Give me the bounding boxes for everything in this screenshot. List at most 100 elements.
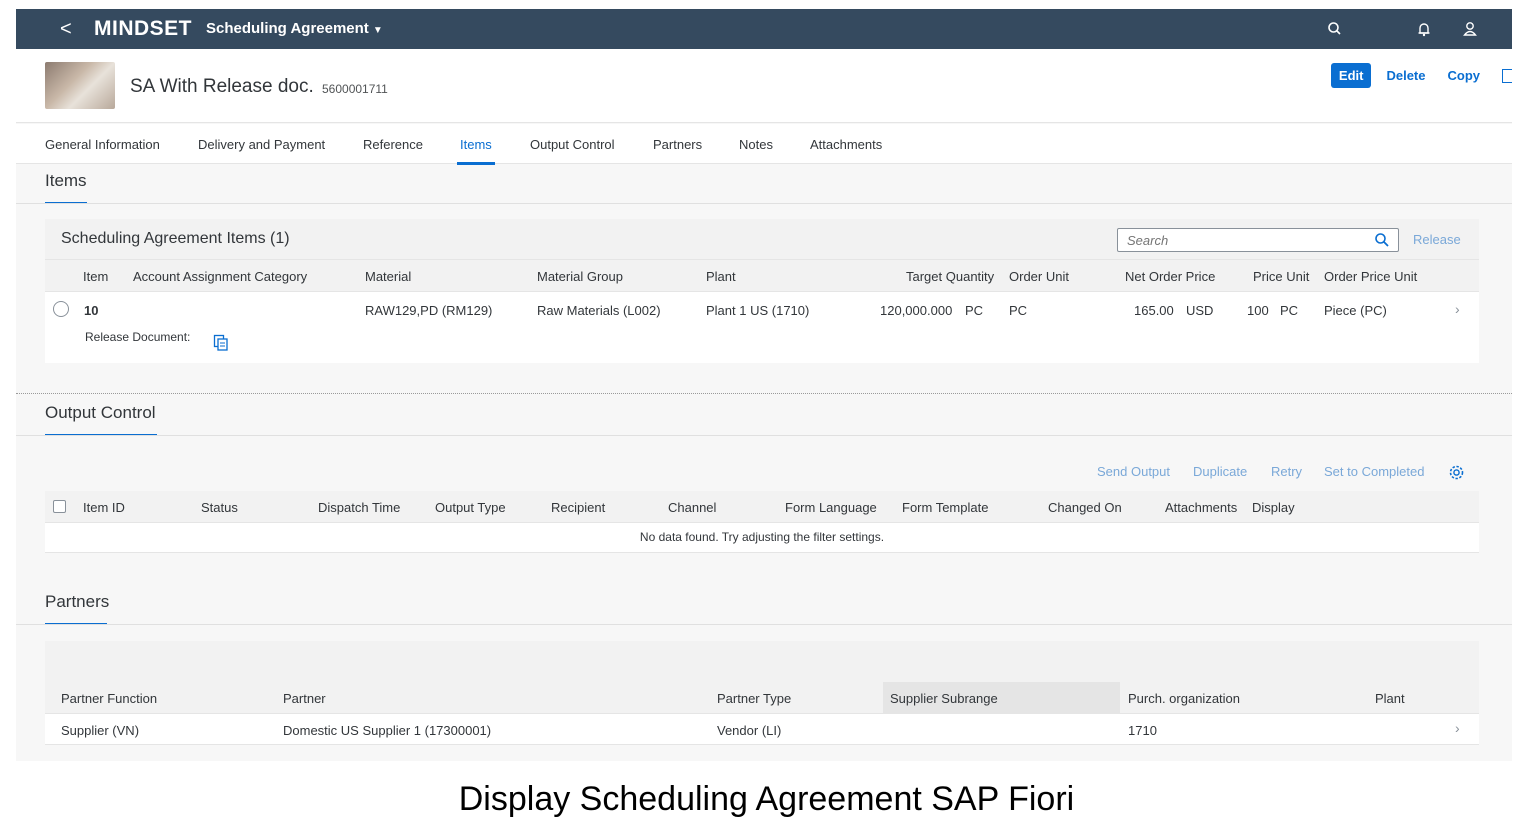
output-control-table: Item ID Status Dispatch Time Output Type…	[45, 491, 1479, 553]
select-all-checkbox[interactable]	[53, 500, 66, 513]
bell-icon[interactable]	[1414, 19, 1434, 39]
partners-table: Partner Function Partner Partner Type Su…	[45, 641, 1479, 745]
column-recipient: Recipient	[551, 500, 606, 515]
object-id: 5600001711	[322, 82, 388, 96]
set-to-completed-button[interactable]: Set to Completed	[1324, 464, 1424, 479]
column-dispatch-time: Dispatch Time	[318, 500, 401, 515]
no-data-message: No data found. Try adjusting the filter …	[639, 530, 885, 544]
tab-items[interactable]: Items	[457, 137, 495, 165]
back-button[interactable]: <	[60, 18, 72, 41]
partner-function: Supplier (VN)	[61, 723, 140, 738]
column-display: Display	[1252, 500, 1295, 515]
search-icon[interactable]	[1325, 19, 1345, 39]
tab-attachments[interactable]: Attachments	[810, 137, 882, 152]
copy-button[interactable]: Copy	[1448, 68, 1481, 83]
column-status: Status	[201, 500, 238, 515]
partners-column-header: Partner Function Partner Partner Type Su…	[45, 682, 1479, 714]
duplicate-button[interactable]: Duplicate	[1193, 464, 1247, 479]
column-material: Material	[365, 269, 412, 284]
column-supplier-subrange: Supplier Subrange	[890, 691, 998, 706]
send-output-button[interactable]: Send Output	[1097, 464, 1170, 479]
currency: USD	[1186, 303, 1214, 318]
order-price-unit: Piece (PC)	[1324, 303, 1387, 318]
object-header: SA With Release doc. 5600001711 Edit Del…	[16, 49, 1512, 123]
search-field[interactable]	[1117, 228, 1399, 252]
column-order-price-unit: Order Price Unit	[1324, 269, 1418, 284]
retry-button[interactable]: Retry	[1271, 464, 1302, 479]
column-item: Item	[83, 269, 109, 284]
partners-table-toolbar	[45, 641, 1479, 682]
column-attachments: Attachments	[1165, 500, 1238, 515]
column-partner-type: Partner Type	[717, 691, 792, 706]
column-plant: Plant	[706, 269, 736, 284]
delete-button[interactable]: Delete	[1386, 68, 1425, 83]
column-channel: Channel	[668, 500, 717, 515]
chevron-down-icon: ▼	[372, 25, 383, 36]
object-image	[45, 62, 115, 109]
items-table-title: Scheduling Agreement Items (1)	[61, 230, 290, 247]
tab-output-control[interactable]: Output Control	[530, 137, 615, 152]
divider	[16, 624, 1512, 625]
caption: Display Scheduling Agreement SAP Fiori	[458, 780, 1075, 818]
target-quantity-unit: PC	[965, 303, 984, 318]
column-account-assignment-category: Account Assignment Category	[133, 269, 308, 284]
edit-button[interactable]: Edit	[1330, 63, 1372, 88]
column-purch-organization: Purch. organization	[1128, 691, 1241, 706]
partner: Domestic US Supplier 1 (17300001)	[283, 723, 492, 738]
items-column-header: Item Account Assignment Category Materia…	[45, 260, 1479, 292]
column-partner-function: Partner Function	[61, 691, 158, 706]
price-unit: 100	[1247, 303, 1269, 318]
item-number: 10	[84, 303, 99, 318]
output-column-header: Item ID Status Dispatch Time Output Type…	[45, 491, 1479, 523]
anchor-tab-bar: General Information Delivery and Payment…	[16, 124, 1512, 165]
column-price-unit: Price Unit	[1253, 269, 1310, 284]
tab-delivery-and-payment[interactable]: Delivery and Payment	[198, 137, 325, 152]
tab-partners[interactable]: Partners	[653, 137, 702, 152]
column-target-quantity: Target Quantity	[906, 269, 995, 284]
column-form-template: Form Template	[902, 500, 989, 515]
divider	[16, 435, 1512, 436]
purch-organization: 1710	[1128, 723, 1157, 738]
tab-general-information[interactable]: General Information	[45, 137, 160, 152]
empty-row: No data found. Try adjusting the filter …	[45, 524, 1479, 553]
search-icon[interactable]	[1374, 232, 1390, 248]
user-icon[interactable]	[1460, 19, 1480, 39]
column-form-language: Form Language	[785, 500, 877, 515]
plant: Plant 1 US (1710)	[706, 303, 810, 318]
column-order-unit: Order Unit	[1009, 269, 1069, 284]
document-copy-icon[interactable]	[213, 334, 229, 351]
partners-section-title: Partners	[45, 592, 110, 611]
chevron-right-icon[interactable]: ›	[1455, 301, 1460, 317]
partner-type: Vendor (LI)	[717, 723, 782, 738]
material-group: Raw Materials (L002)	[537, 303, 661, 318]
chevron-right-icon[interactable]: ›	[1455, 720, 1460, 736]
company-logo: MINDSET	[94, 17, 192, 40]
row-select-radio[interactable]	[53, 301, 69, 317]
items-section-title: Items	[45, 171, 87, 190]
app-frame: < MINDSET Scheduling Agreement ▼ SA With …	[16, 9, 1512, 761]
column-partner: Partner	[283, 691, 326, 706]
app-title-menu[interactable]: Scheduling Agreement ▼	[206, 20, 383, 37]
column-changed-on: Changed On	[1048, 500, 1122, 515]
release-button[interactable]: Release	[1413, 232, 1461, 247]
column-plant: Plant	[1375, 691, 1405, 706]
price-unit-uom: PC	[1280, 303, 1299, 318]
app-title: Scheduling Agreement	[206, 20, 369, 37]
shell-bar: < MINDSET Scheduling Agreement ▼	[16, 9, 1512, 49]
column-net-order-price: Net Order Price	[1125, 269, 1216, 284]
items-table-toolbar: Scheduling Agreement Items (1) Release	[45, 219, 1479, 260]
divider	[16, 203, 1512, 204]
items-table: Scheduling Agreement Items (1) Release I…	[45, 219, 1479, 363]
tab-notes[interactable]: Notes	[739, 137, 773, 152]
column-material-group: Material Group	[537, 269, 623, 284]
settings-gear-icon[interactable]	[1448, 464, 1465, 481]
object-title: SA With Release doc.	[130, 76, 314, 97]
search-input[interactable]	[1127, 230, 1367, 250]
share-icon[interactable]	[1502, 68, 1512, 83]
tab-reference[interactable]: Reference	[363, 137, 423, 152]
column-item-id: Item ID	[83, 500, 125, 515]
net-order-price: 165.00	[1134, 303, 1174, 318]
table-row[interactable]: Supplier (VN) Domestic US Supplier 1 (17…	[45, 714, 1479, 745]
column-output-type: Output Type	[435, 500, 506, 515]
table-row[interactable]: 10 RAW129,PD (RM129) Raw Materials (L002…	[45, 293, 1479, 363]
